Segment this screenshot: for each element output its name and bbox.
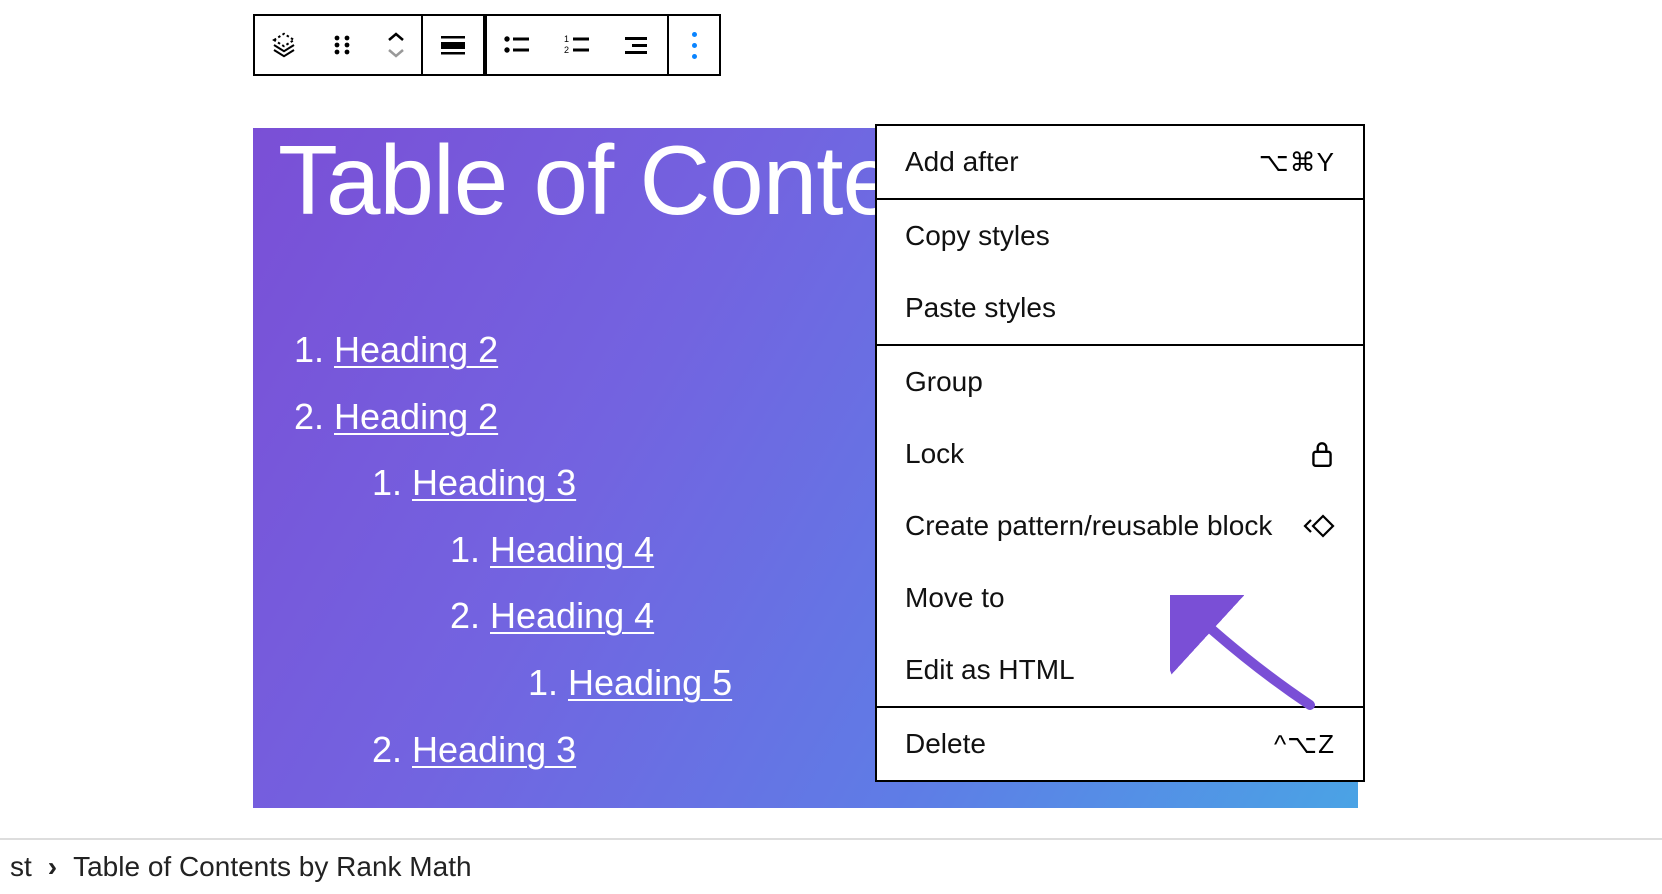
pattern-icon [1303,512,1335,540]
menu-item-label: Add after [905,146,1019,178]
block-type-button[interactable] [255,16,313,74]
toc-link[interactable]: Heading 2 [334,329,498,370]
menu-item-move-to[interactable]: Move to [877,562,1363,634]
menu-item-label: Group [905,366,983,398]
list-style-group: 1 2 [485,14,669,76]
menu-item-label: Lock [905,438,964,470]
breadcrumb-prefix[interactable]: st [0,851,42,883]
toc-link[interactable]: Heading 4 [490,529,654,570]
menu-shortcut: ⌥⌘Y [1259,147,1335,178]
menu-item-paste-styles[interactable]: Paste styles [877,272,1363,344]
align-button[interactable] [423,16,483,74]
menu-item-label: Move to [905,582,1005,614]
align-icon [439,33,467,57]
block-context-menu: Add after ⌥⌘Y Copy styles Paste styles G… [875,124,1365,782]
more-options-button[interactable] [669,16,719,74]
block-type-icon [269,30,299,60]
toc-link[interactable]: Heading 2 [334,396,498,437]
chevron-right-icon: › [42,851,63,883]
more-options-icon [692,29,697,62]
toc-link[interactable]: Heading 3 [412,462,576,503]
move-down-button[interactable] [387,48,405,58]
breadcrumb-current[interactable]: Table of Contents by Rank Math [63,851,481,883]
drag-handle-icon [332,33,352,57]
menu-item-copy-styles[interactable]: Copy styles [877,200,1363,272]
move-up-button[interactable] [387,32,405,42]
toc-link[interactable]: Heading 5 [568,662,732,703]
menu-item-label: Copy styles [905,220,1050,252]
menu-item-edit-html[interactable]: Edit as HTML [877,634,1363,706]
drag-handle-button[interactable] [313,16,371,74]
block-movers [371,16,421,74]
outline-list-button[interactable] [607,16,667,74]
numbered-list-button[interactable]: 1 2 [547,16,607,74]
menu-item-label: Paste styles [905,292,1056,324]
menu-item-create-pattern[interactable]: Create pattern/reusable block [877,490,1363,562]
outline-list-icon [622,33,652,57]
menu-item-label: Edit as HTML [905,654,1075,686]
breadcrumb: st › Table of Contents by Rank Math [0,838,1662,894]
menu-item-group[interactable]: Group [877,346,1363,418]
menu-item-lock[interactable]: Lock [877,418,1363,490]
toc-link[interactable]: Heading 4 [490,595,654,636]
menu-item-label: Create pattern/reusable block [905,510,1272,542]
block-toolbar: 1 2 [253,14,721,76]
menu-item-delete[interactable]: Delete ^⌥Z [877,708,1363,780]
menu-item-add-after[interactable]: Add after ⌥⌘Y [877,126,1363,198]
svg-text:1: 1 [564,34,569,44]
lock-icon [1309,439,1335,469]
menu-shortcut: ^⌥Z [1274,729,1335,760]
numbered-list-icon: 1 2 [562,33,592,57]
bullet-list-button[interactable] [487,16,547,74]
svg-text:2: 2 [564,45,569,55]
toc-link[interactable]: Heading 3 [412,729,576,770]
bullet-list-icon [502,33,532,57]
menu-item-label: Delete [905,728,986,760]
